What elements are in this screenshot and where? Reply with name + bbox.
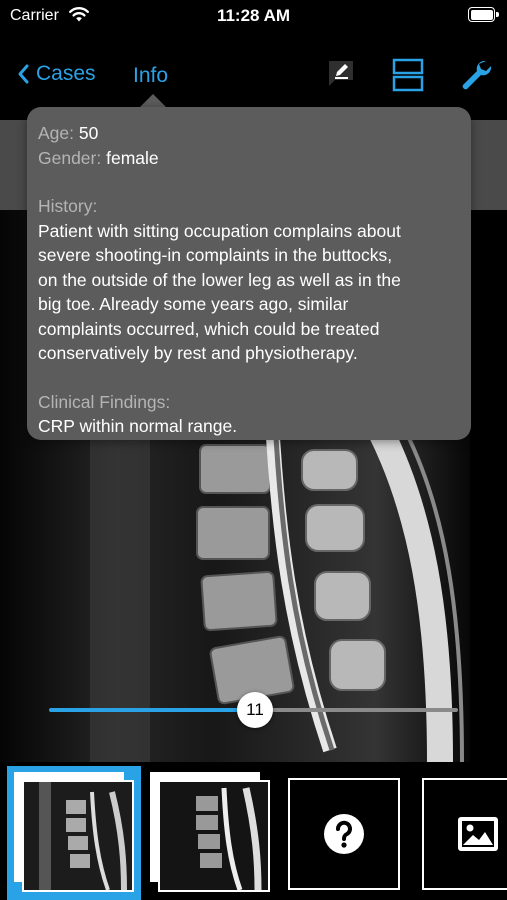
history-line: severe shooting-in complaints in the but…: [38, 245, 393, 265]
wrench-icon[interactable]: [460, 58, 492, 90]
thumbnail-image: [158, 780, 270, 892]
annotation-icon[interactable]: [326, 58, 356, 88]
age-label: Age:: [38, 123, 74, 143]
age-value: 50: [78, 123, 99, 143]
clinical-findings-value: CRP within normal range.: [38, 416, 238, 436]
gender-row: Gender: female: [38, 146, 460, 171]
history-line: on the outside of the lower leg as well …: [38, 269, 401, 290]
status-bar: Carrier 11:28 AM: [0, 0, 507, 34]
series-thumbnail-strip: [0, 762, 507, 900]
case-info-popover: Age: 50 Gender: female History: Patient …: [27, 107, 471, 440]
clinical-findings-label: Clinical Findings:: [38, 391, 171, 412]
series-thumbnail-3[interactable]: [288, 778, 400, 890]
series-thumbnail-2[interactable]: [150, 772, 270, 900]
series-thumbnail-1[interactable]: [14, 772, 134, 900]
history-label: History:: [38, 196, 98, 216]
back-button-label: Cases: [36, 62, 96, 85]
series-thumbnail-4[interactable]: [422, 778, 507, 890]
battery-icon: [468, 7, 499, 22]
popover-arrow: [139, 94, 167, 108]
slice-slider-thumb[interactable]: 11: [237, 692, 273, 728]
gender-label: Gender:: [38, 147, 102, 168]
slider-track-filled[interactable]: [49, 708, 255, 712]
chevron-left-icon: [18, 64, 29, 84]
clock: 11:28 AM: [216, 6, 291, 25]
question-mark-icon: [324, 814, 364, 854]
history-line: complaints occurred, which could be trea…: [38, 318, 380, 339]
history-line: Patient with sitting occupation complain…: [38, 220, 401, 241]
gender-value: female: [106, 147, 159, 168]
history-line: big toe. Already some years ago, similar: [38, 294, 349, 314]
info-button[interactable]: Info: [133, 64, 168, 88]
history-line: conservatively by rest and physiotherapy…: [38, 343, 358, 363]
back-button[interactable]: Cases: [16, 62, 96, 86]
thumbnail-image: [22, 780, 134, 892]
slider-track-remaining[interactable]: [255, 708, 458, 712]
age-row: Age: 50: [38, 121, 460, 146]
image-placeholder-icon: [458, 817, 498, 851]
split-view-icon[interactable]: [392, 58, 424, 92]
